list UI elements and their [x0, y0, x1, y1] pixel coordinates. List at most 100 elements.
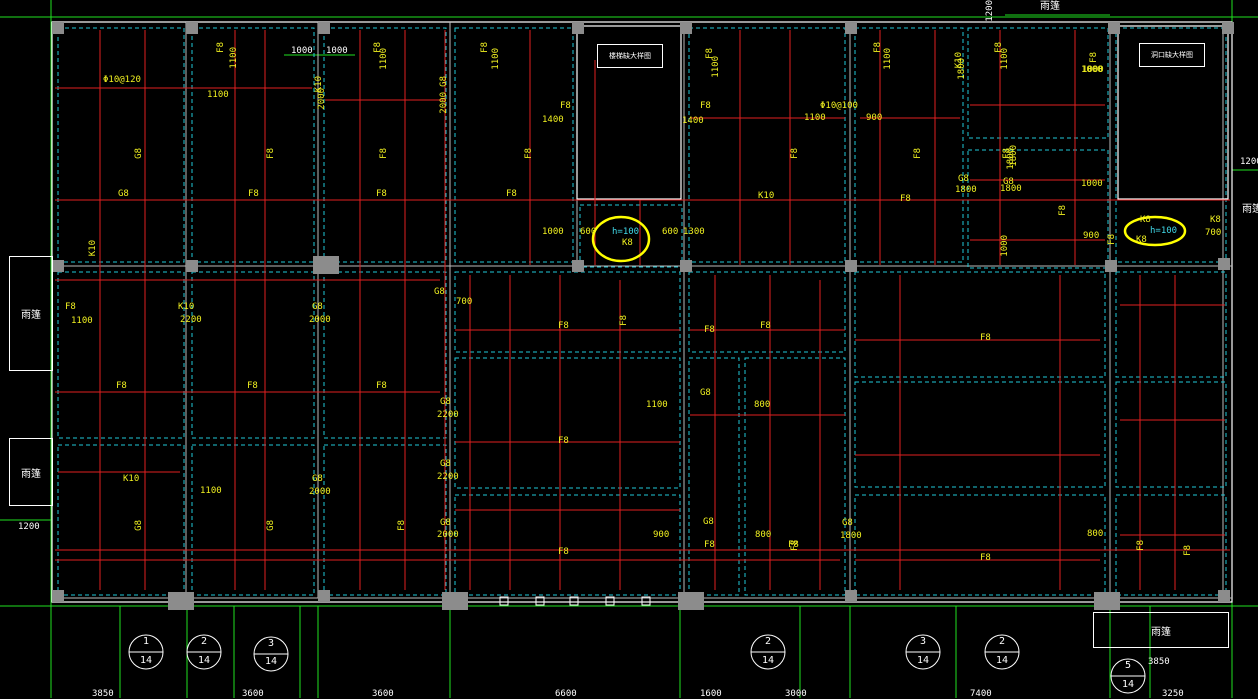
rebar-label: F8	[760, 321, 771, 331]
rebar-label: 1100	[71, 316, 93, 326]
rebar-label: 1100	[1000, 48, 1010, 70]
slab-panel-24	[1115, 271, 1227, 378]
axis-bubble-2-top: 2	[200, 636, 208, 647]
note-box-stair: 楼梯缺大样图	[597, 44, 663, 68]
rebar-label: K10	[178, 302, 195, 312]
rebar-label: F8	[379, 148, 389, 159]
rebar-label: 2000	[317, 88, 327, 110]
rebar-label: F8	[704, 540, 715, 550]
axis-bubble-1-top: 1	[142, 636, 150, 647]
slab-panel-25	[1115, 381, 1227, 488]
slab-panel-9	[57, 271, 185, 439]
rebar-label: K10	[123, 474, 140, 484]
highlight-h100-right: h=100	[1150, 226, 1178, 236]
rebar-label: 900	[1083, 231, 1100, 241]
bottom-dim-9: 3850	[1148, 657, 1170, 667]
rebar-label: 1100	[646, 400, 668, 410]
rebar-label: 1100	[200, 486, 222, 496]
rebar-label: G8	[440, 459, 451, 469]
rebar-label: 600	[580, 227, 597, 237]
column-7	[1222, 22, 1234, 34]
column-5	[845, 22, 857, 34]
axis-bubble-4-bottom: 14	[761, 655, 775, 666]
column-0	[52, 22, 64, 34]
rebar-label: 900	[866, 113, 883, 123]
rebar-label: G8	[842, 518, 853, 528]
rebar-label: 600	[662, 227, 679, 237]
highlight-h100-left: h=100	[612, 227, 640, 237]
rebar-label: 1000	[1081, 65, 1103, 75]
slab-panel-1	[191, 27, 315, 263]
rebar-label: 2200	[437, 410, 459, 420]
axis-bubble-3-bottom: 14	[264, 656, 278, 667]
column-1	[186, 22, 198, 34]
column-8	[52, 260, 64, 272]
axis-bubble-7-top: 5	[1124, 660, 1132, 671]
axis-bubble-5-top: 3	[919, 636, 927, 647]
slab-panel-26	[1115, 494, 1227, 596]
rebar-label: G8	[134, 520, 144, 531]
slab-panel-14	[323, 444, 447, 596]
rebar-label: G8	[434, 287, 445, 297]
rebar-label: 2000	[309, 487, 331, 497]
column-16	[52, 590, 64, 602]
column-14	[1105, 260, 1117, 272]
dim-top-1200: 1200	[985, 0, 995, 22]
rebar-label: F8	[873, 42, 883, 53]
axis-bubble-3-top: 3	[267, 638, 275, 649]
axis-bubble-7-bottom: 14	[1121, 679, 1135, 690]
column-6	[1108, 22, 1120, 34]
rebar-label: Φ10@100	[820, 101, 858, 111]
rebar-label: 800	[1087, 529, 1104, 539]
rebar-label: 800	[755, 530, 772, 540]
rebar-label: F8	[376, 381, 387, 391]
rebar-label: 1100	[491, 48, 501, 70]
column-15	[1218, 258, 1230, 270]
rebar-label: 1400	[542, 115, 564, 125]
rebar-label: 2200	[437, 472, 459, 482]
rebar-label: F8	[266, 148, 276, 159]
rebar-label: 1400	[682, 116, 704, 126]
slab-panel-6	[967, 27, 1109, 139]
rebar-label: 1000	[1081, 179, 1103, 189]
rebar-label: 1000	[1000, 235, 1010, 257]
slab-panel-13	[191, 444, 315, 596]
top-dim-2: 1000	[326, 46, 348, 56]
rebar-label: F8	[788, 540, 799, 550]
rebar-label: F8	[619, 315, 629, 326]
rebar-label: F8	[216, 42, 226, 53]
rebar-label: 2000	[437, 530, 459, 540]
rebar-label: G8	[440, 397, 451, 407]
rebar-label: K10	[88, 240, 98, 257]
rebar-label: F8	[1089, 52, 1099, 63]
slab-panel-10	[191, 271, 315, 439]
highlight-k8-left: K8	[622, 238, 633, 248]
rebar-label: F8	[558, 547, 569, 557]
slab-panel-12	[57, 444, 185, 596]
rebar-label: 1100	[711, 56, 721, 78]
canopy-label-top: 雨篷	[1040, 1, 1060, 12]
rebar-label: G8	[440, 518, 451, 528]
dim-left-1200: 1200	[18, 522, 40, 532]
rebar-label: F8	[558, 436, 569, 446]
column-10	[313, 256, 339, 274]
slab-panel-23	[854, 494, 1106, 596]
rebar-label: G8	[700, 388, 711, 398]
rebar-label: G8	[439, 76, 449, 87]
rebar-label: G8	[312, 474, 323, 484]
highlight-circle-left	[591, 215, 651, 263]
rebar-label: F8	[790, 148, 800, 159]
rebar-label: 1800	[1006, 148, 1016, 170]
rebar-label: F8	[1183, 545, 1193, 556]
axis-bubble-6-top: 2	[998, 636, 1006, 647]
canopy-box-left-1: 雨篷	[9, 256, 53, 371]
rebar-label: F8	[980, 553, 991, 563]
rebar-label: F8	[397, 520, 407, 531]
column-18	[318, 590, 330, 602]
rebar-label: F8	[480, 42, 490, 53]
axis-bubble-6-bottom: 14	[995, 655, 1009, 666]
dim-right-1200: 1200	[1240, 157, 1258, 167]
rebar-label: F8	[700, 101, 711, 111]
rebar-label: G8	[958, 174, 969, 184]
axis-bubble-5-bottom: 14	[916, 655, 930, 666]
